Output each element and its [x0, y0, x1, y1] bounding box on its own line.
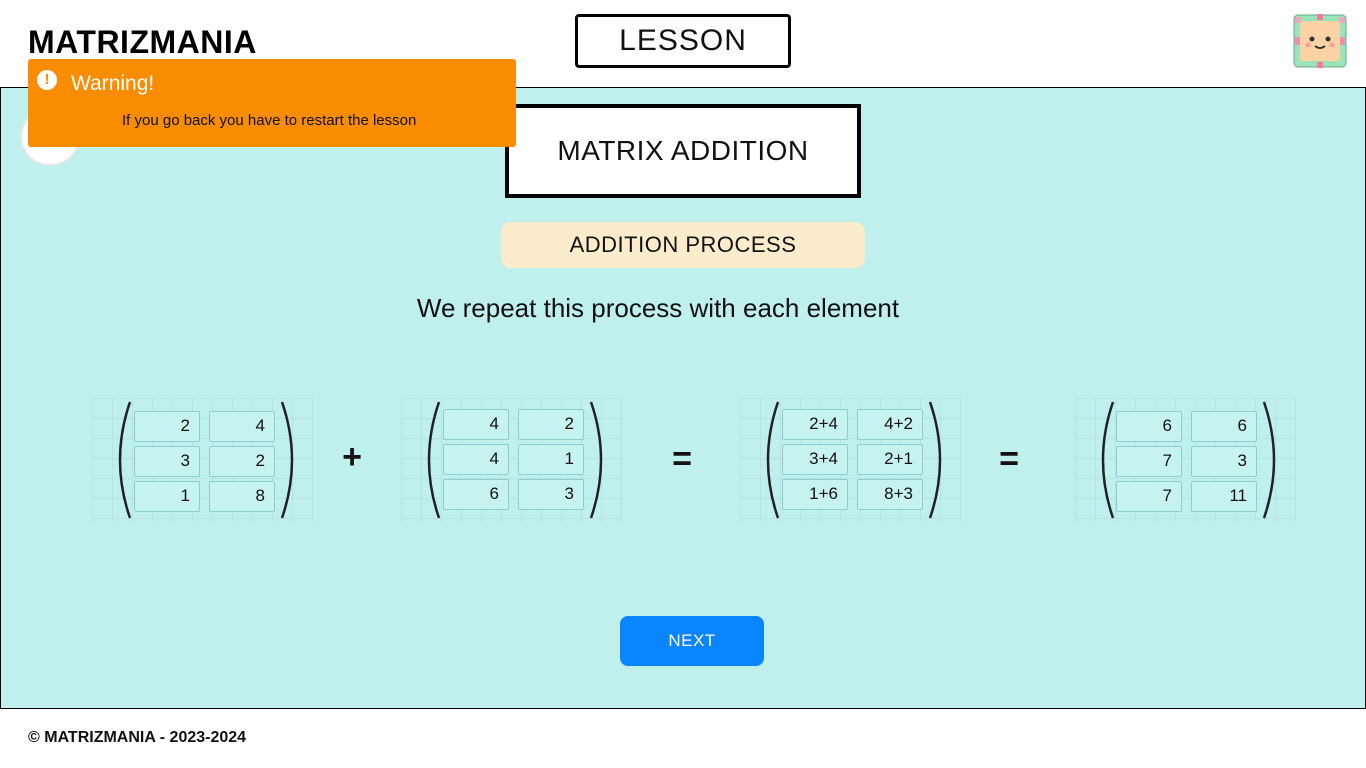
matrix-cell: 1	[134, 481, 200, 512]
matrix-cell: 3	[1191, 446, 1257, 477]
left-paren-icon	[118, 401, 132, 519]
matrix-cell: 4	[443, 444, 509, 475]
matrix-sum-expression: 2+4 4+2 3+4 2+1 1+6 8+3	[740, 398, 962, 522]
matrix-cell: 4	[443, 409, 509, 440]
matrix-cell: 2+1	[857, 444, 923, 475]
matrix-cell: 1+6	[782, 479, 848, 510]
matrix-cell: 3	[518, 479, 584, 510]
exclamation-icon: !	[37, 70, 57, 90]
equals-operator: =	[672, 440, 692, 478]
matrix-cell: 8	[209, 481, 275, 512]
step-label: ADDITION PROCESS	[501, 222, 865, 268]
left-paren-icon	[766, 401, 780, 519]
matrix-cell: 4+2	[857, 409, 923, 440]
next-button[interactable]: NEXT	[620, 616, 764, 666]
right-paren-icon	[280, 401, 294, 519]
matrix-cell: 6	[443, 479, 509, 510]
instruction-text: We repeat this process with each element	[416, 293, 900, 323]
right-paren-icon	[1262, 401, 1276, 519]
page: MATRIZMANIA LESSON MATRIX ADDITION ADDIT…	[0, 0, 1366, 768]
left-paren-icon	[427, 401, 441, 519]
matrix-cell: 3	[134, 446, 200, 477]
matrix-cell: 4	[209, 411, 275, 442]
toast-message: If you go back you have to restart the l…	[122, 112, 417, 129]
left-paren-icon	[1101, 401, 1115, 519]
matrix-cell: 1	[518, 444, 584, 475]
matrix-cell: 2	[134, 411, 200, 442]
footer-copyright: © MATRIZMANIA - 2023-2024	[28, 729, 247, 746]
right-paren-icon	[928, 401, 942, 519]
toast-title: Warning!	[71, 72, 155, 95]
matrix-b: 4 2 4 1 6 3	[401, 398, 623, 522]
matrix-result: 6 6 7 3 7 11	[1075, 398, 1297, 522]
matrix-cell: 8+3	[857, 479, 923, 510]
matrix-cell: 6	[1191, 411, 1257, 442]
mascot-avatar-icon[interactable]	[1292, 13, 1348, 69]
right-paren-icon	[589, 401, 603, 519]
matrix-cell: 7	[1116, 446, 1182, 477]
brand-logo-text[interactable]: MATRIZMANIA	[28, 24, 257, 61]
matrix-cell: 2	[209, 446, 275, 477]
matrix-a: 2 4 3 2 1 8	[92, 398, 314, 522]
matrix-cell: 2+4	[782, 409, 848, 440]
lesson-title: MATRIX ADDITION	[505, 104, 861, 198]
equals-operator: =	[999, 440, 1019, 478]
matrix-cell: 11	[1191, 481, 1257, 512]
matrix-cell: 3+4	[782, 444, 848, 475]
matrix-cell: 7	[1116, 481, 1182, 512]
matrix-cell: 2	[518, 409, 584, 440]
plus-operator: +	[342, 438, 362, 476]
section-title: LESSON	[575, 14, 791, 68]
matrix-cell: 6	[1116, 411, 1182, 442]
warning-toast[interactable]: ! Warning! If you go back you have to re…	[28, 59, 516, 147]
